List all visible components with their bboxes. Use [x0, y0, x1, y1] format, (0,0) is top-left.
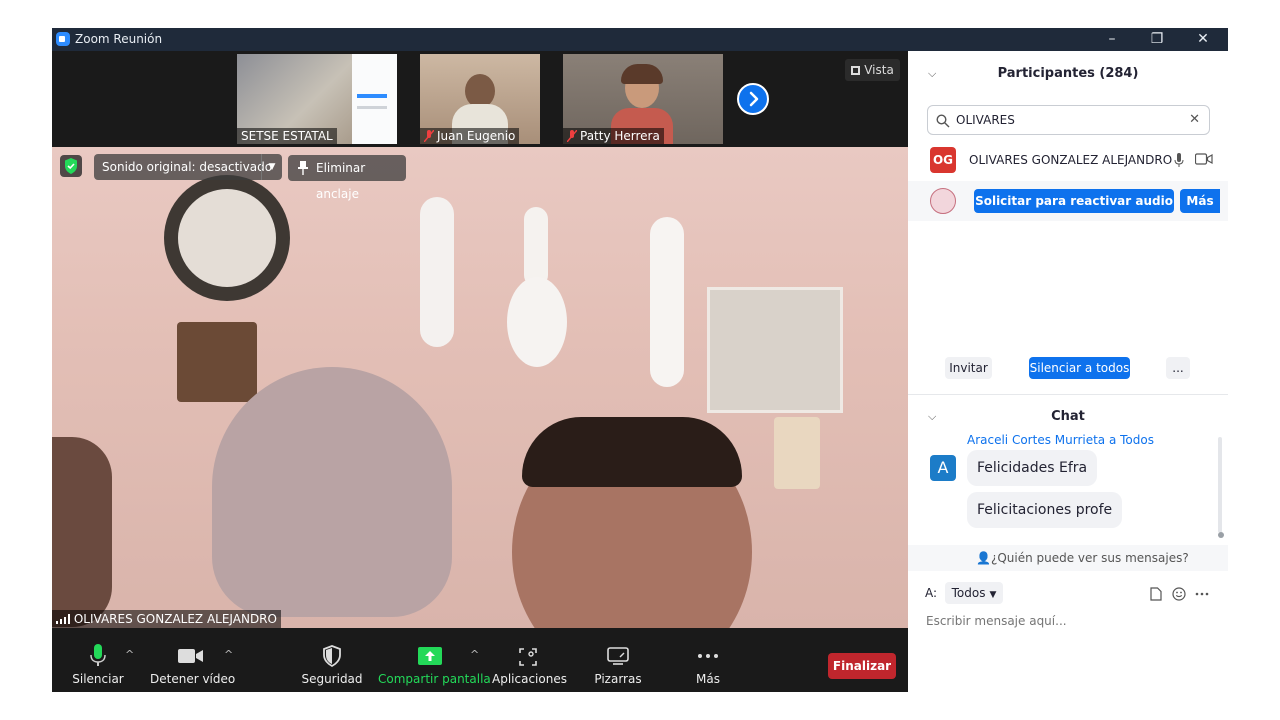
speaker-name-tag: OLIVARES GONZALEZ ALEJANDRO — [52, 610, 281, 628]
share-screen-button[interactable]: Compartir pantalla — [378, 628, 491, 692]
security-button[interactable]: Seguridad — [300, 628, 364, 692]
participant-name: OLIVARES GONZALEZ ALEJANDRO — [969, 153, 1173, 167]
pin-icon — [298, 161, 308, 175]
chat-sender: Araceli Cortes Murrieta a Todos — [967, 433, 1154, 447]
participant-search[interactable]: ✕ — [927, 105, 1210, 135]
thumbnail-setse[interactable]: SETSE ESTATAL — [237, 54, 397, 144]
main-video: Sonido original: desactivado ▼ Eliminar … — [52, 147, 908, 628]
avatar — [930, 188, 956, 214]
wall-decoration — [177, 322, 257, 402]
restore-button[interactable]: ❐ — [1137, 30, 1177, 49]
avatar: A — [930, 455, 956, 481]
share-options-caret-icon[interactable]: ^ — [470, 648, 479, 661]
signal-bars-icon — [56, 613, 70, 624]
title-bar: Zoom Reunión – ❐ ✕ — [52, 28, 1228, 51]
chat-message-input[interactable] — [924, 613, 1218, 629]
mic-muted-icon — [424, 130, 434, 142]
window-title: Zoom Reunión — [75, 32, 163, 46]
divider — [908, 394, 1228, 395]
recipient-dropdown[interactable]: Todos ▼ — [945, 582, 1003, 604]
video-camera-icon — [178, 649, 203, 663]
grid-icon — [851, 66, 861, 75]
waving-hand — [212, 367, 452, 617]
emoji-icon[interactable] — [1172, 587, 1186, 601]
search-icon — [936, 114, 950, 128]
chevron-down-icon: ▼ — [261, 154, 282, 180]
encryption-shield-icon[interactable] — [60, 155, 82, 177]
mute-button[interactable]: Silenciar — [70, 628, 126, 692]
share-screen-icon — [418, 647, 442, 665]
thumbnail-name: SETSE ESTATAL — [237, 128, 337, 144]
invite-button[interactable]: Invitar — [945, 357, 992, 379]
minimize-button[interactable]: – — [1092, 30, 1132, 49]
more-dots-icon[interactable] — [1195, 592, 1209, 596]
chat-messages: Araceli Cortes Murrieta a Todos A Felici… — [908, 433, 1228, 543]
unpin-button[interactable]: Eliminar anclaje — [288, 155, 406, 201]
mute-all-button[interactable]: Silenciar a todos — [1029, 357, 1130, 379]
mic-muted-icon — [567, 130, 577, 142]
chevron-down-icon: ▼ — [989, 590, 997, 600]
recipient-label: A: — [925, 586, 938, 600]
stop-video-button[interactable]: Detener vídeo — [150, 628, 235, 692]
search-input[interactable] — [954, 112, 1188, 128]
zoom-logo-icon — [56, 32, 70, 46]
original-sound-dropdown[interactable]: Sonido original: desactivado ▼ — [94, 154, 282, 180]
wall-picture — [707, 287, 843, 413]
thumbnail-strip: SETSE ESTATAL Juan Eugenio Patty Herrera… — [52, 51, 908, 147]
video-camera-icon[interactable] — [1195, 153, 1213, 165]
participant-more-button[interactable]: Más — [1180, 189, 1220, 213]
apps-icon — [519, 648, 537, 666]
microphone-icon[interactable] — [1174, 153, 1184, 167]
video-options-caret-icon[interactable]: ^ — [224, 648, 233, 661]
apps-button[interactable]: Aplicaciones — [492, 628, 567, 692]
next-page-arrow-icon[interactable] — [737, 83, 769, 115]
spoon-decoration — [420, 197, 454, 347]
whiteboard-icon — [607, 647, 629, 665]
chat-message: Felicidades Efra — [967, 450, 1098, 486]
collapse-chat-chevron-icon[interactable]: ⌵ — [928, 410, 936, 424]
thumbnail-name: Juan Eugenio — [420, 128, 520, 144]
microphone-icon — [90, 644, 106, 666]
thumbnail-name: Patty Herrera — [563, 128, 664, 144]
who-can-see-bar[interactable]: 👤¿Quién puede ver sus mensajes? — [908, 545, 1228, 571]
side-panel: ⌵ Participantes (284) ✕ OG OLIVARES GONZ… — [908, 51, 1228, 692]
chat-message: Felicitaciones profe — [967, 492, 1123, 528]
chat-scrollbar[interactable] — [1218, 437, 1222, 533]
thumbnail-patty[interactable]: Patty Herrera — [563, 54, 723, 144]
ask-unmute-button[interactable]: Solicitar para reactivar audio — [974, 189, 1174, 213]
person-hair — [522, 417, 742, 487]
end-meeting-button[interactable]: Finalizar — [828, 653, 896, 679]
hovered-participant-row[interactable]: Solicitar para reactivar audio Más — [908, 181, 1228, 221]
clear-search-icon[interactable]: ✕ — [1189, 112, 1200, 127]
thumbnail-juan[interactable]: Juan Eugenio — [420, 54, 540, 144]
meeting-toolbar: Silenciar ^ Detener vídeo ^ Seguridad Co… — [52, 628, 908, 692]
avatar: OG — [930, 147, 956, 173]
shield-icon — [323, 645, 341, 667]
collapse-participants-chevron-icon[interactable]: ⌵ — [928, 67, 936, 81]
participants-more-button[interactable]: ... — [1166, 357, 1190, 379]
whiteboards-button[interactable]: Pizarras — [586, 628, 650, 692]
person-icon: 👤 — [976, 551, 991, 565]
participants-title: Participantes (284) — [997, 66, 1139, 81]
audio-options-caret-icon[interactable]: ^ — [125, 648, 134, 661]
more-dots-icon — [698, 654, 718, 658]
view-button[interactable]: Vista — [845, 59, 900, 81]
chat-title: Chat — [1051, 409, 1085, 424]
file-icon[interactable] — [1150, 587, 1162, 601]
close-button[interactable]: ✕ — [1183, 30, 1223, 49]
video-area: SETSE ESTATAL Juan Eugenio Patty Herrera… — [52, 51, 908, 628]
more-button[interactable]: Más — [676, 628, 740, 692]
